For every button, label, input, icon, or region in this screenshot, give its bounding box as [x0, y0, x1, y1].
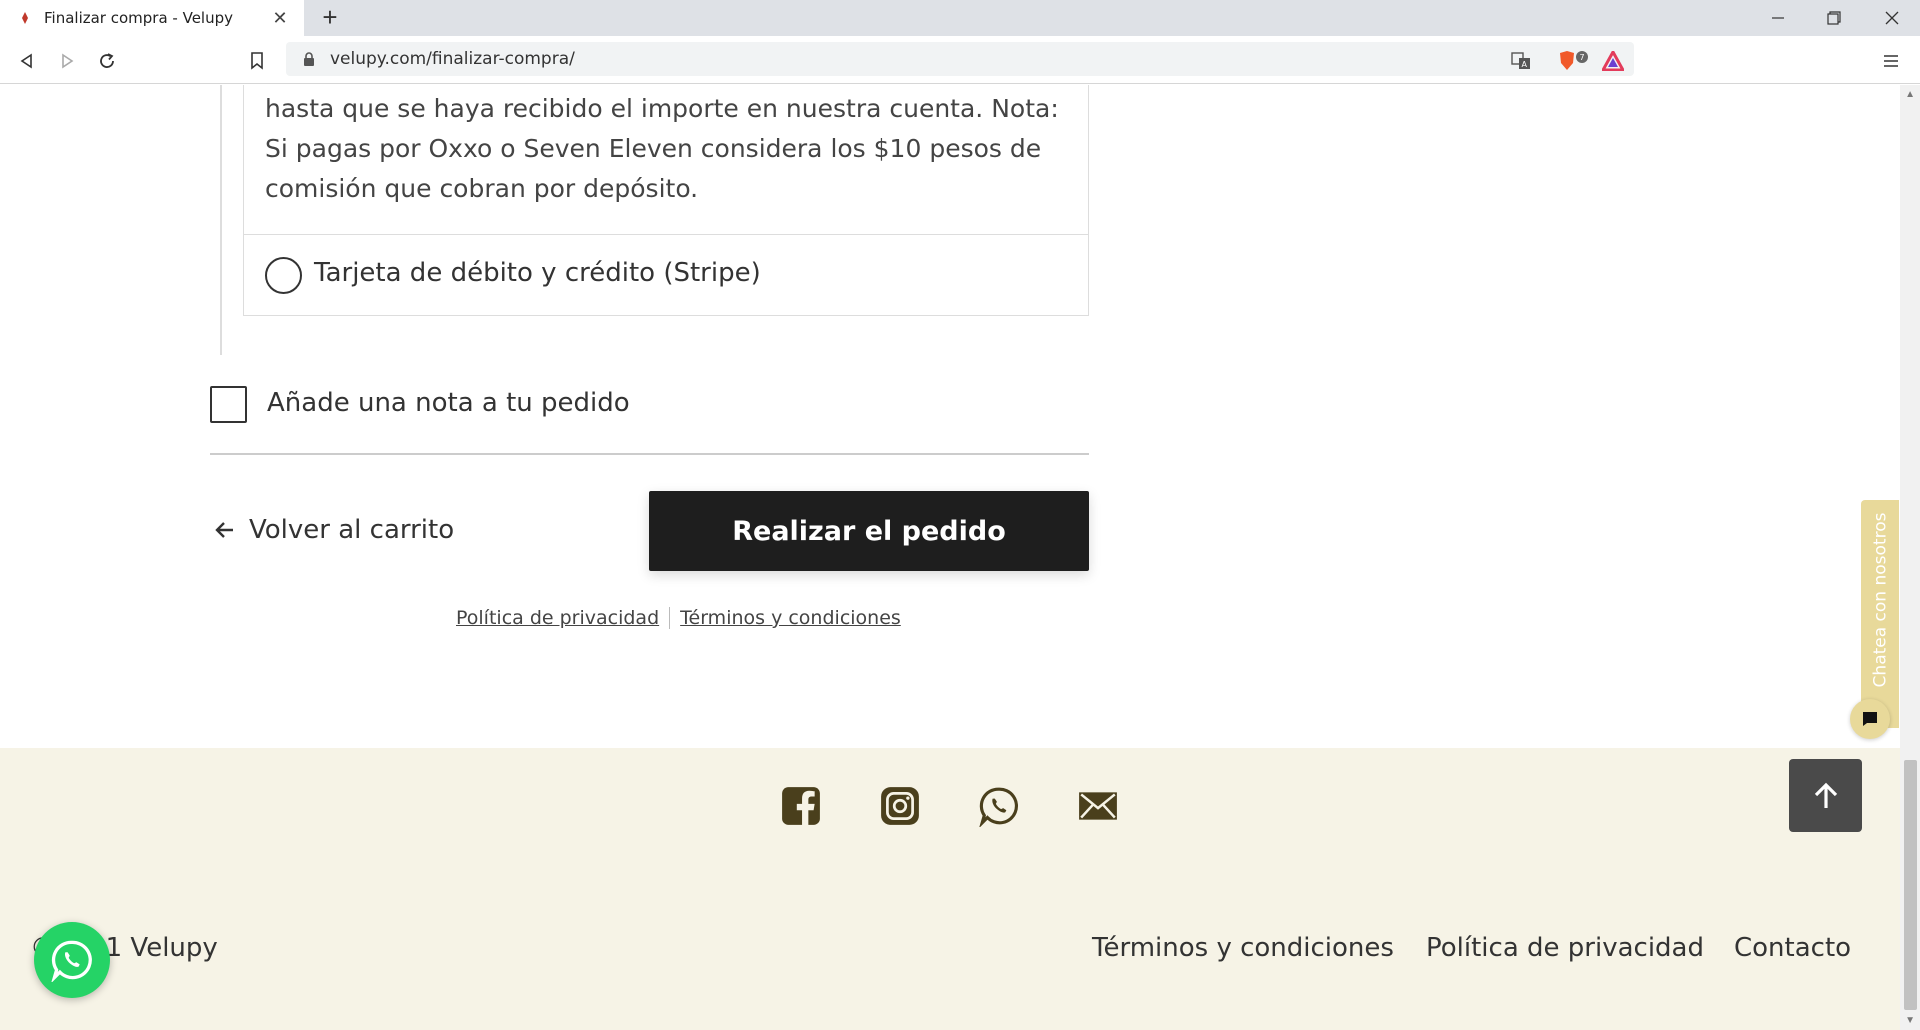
restore-button[interactable] — [1806, 0, 1862, 36]
scrollbar-thumb[interactable] — [1904, 760, 1917, 1010]
back-button[interactable] — [14, 48, 40, 74]
browser-tabbar: Finalizar compra - Velupy ✕ + — [0, 0, 1920, 36]
new-tab-button[interactable]: + — [316, 4, 344, 32]
scroll-down-arrow-icon[interactable]: ▼ — [1905, 1015, 1915, 1026]
back-to-cart-label: Volver al carrito — [249, 515, 455, 545]
svg-text:7: 7 — [1580, 53, 1585, 62]
rewards-triangle-icon — [1602, 51, 1624, 71]
arrow-left-icon — [215, 522, 233, 538]
hamburger-menu-icon — [1884, 55, 1898, 67]
facebook-icon[interactable] — [780, 785, 822, 827]
payment-section-rule — [220, 85, 222, 355]
mail-icon[interactable] — [1077, 785, 1119, 827]
order-note-checkbox[interactable] — [210, 386, 247, 423]
svg-text:A: A — [1522, 60, 1528, 69]
url-text: velupy.com/finalizar-compra/ — [330, 49, 575, 69]
bookmark-button[interactable] — [244, 48, 270, 74]
whatsapp-icon[interactable] — [978, 785, 1020, 827]
section-divider — [210, 453, 1089, 455]
chat-bubble-icon — [1863, 712, 1877, 726]
legal-separator — [669, 607, 671, 629]
forward-triangle-icon — [62, 53, 74, 69]
minimize-button[interactable] — [1750, 0, 1806, 36]
bookmark-icon — [251, 52, 263, 70]
footer-contact-link[interactable]: Contacto — [1734, 933, 1851, 963]
whatsapp-float-button[interactable] — [34, 922, 110, 998]
order-note-label[interactable]: Añade una nota a tu pedido — [267, 388, 630, 418]
brave-shield-icon: 7 — [1560, 51, 1588, 70]
lock-icon — [304, 52, 314, 66]
whatsapp-float-icon — [51, 940, 92, 982]
back-to-cart-link[interactable]: Volver al carrito — [213, 515, 454, 545]
brave-shields-button[interactable]: 7 — [1556, 48, 1592, 74]
chat-tab-label: Chatea con nosotros — [1870, 512, 1890, 688]
velupy-favicon-icon — [22, 12, 28, 24]
restore-icon — [1827, 11, 1841, 25]
legal-links: Política de privacidad Términos y condic… — [456, 607, 901, 629]
brave-rewards-button[interactable] — [1600, 48, 1626, 74]
chat-tab-label-wrap: Chatea con nosotros — [1861, 500, 1899, 700]
terms-link[interactable]: Términos y condiciones — [680, 607, 901, 629]
footer-terms-link[interactable]: Términos y condiciones — [1092, 933, 1394, 963]
forward-button[interactable] — [54, 48, 80, 74]
browser-tab[interactable]: Finalizar compra - Velupy ✕ — [0, 0, 304, 36]
browser-toolbar: velupy.com/finalizar-compra/ A 7 — [0, 36, 1920, 84]
close-icon — [1885, 11, 1899, 25]
place-order-button[interactable]: Realizar el pedido — [649, 491, 1089, 571]
page-viewport: hasta que se haya recibido el importe en… — [0, 85, 1900, 1030]
reload-icon — [100, 53, 114, 68]
instagram-icon[interactable] — [879, 785, 921, 827]
stripe-radio[interactable] — [265, 257, 302, 294]
minimize-icon — [1772, 17, 1784, 19]
page-scrollbar[interactable]: ▲ ▼ — [1900, 85, 1920, 1030]
site-footer — [0, 748, 1900, 1030]
tab-close-icon[interactable]: ✕ — [270, 8, 290, 29]
close-window-button[interactable] — [1864, 0, 1920, 36]
scroll-to-top-button[interactable] — [1789, 759, 1862, 832]
scroll-up-arrow-icon[interactable]: ▲ — [1905, 89, 1915, 100]
reload-button[interactable] — [94, 48, 120, 74]
address-bar[interactable]: velupy.com/finalizar-compra/ — [286, 42, 1634, 76]
tab-title: Finalizar compra - Velupy — [44, 9, 234, 27]
arrow-up-icon — [1814, 782, 1837, 808]
chat-bubble-button[interactable] — [1850, 699, 1890, 739]
payment-description: hasta que se haya recibido el importe en… — [265, 94, 1059, 203]
stripe-option-label[interactable]: Tarjeta de débito y crédito (Stripe) — [314, 258, 761, 288]
translate-icon: A — [1511, 52, 1530, 69]
footer-privacy-link[interactable]: Política de privacidad — [1426, 933, 1704, 963]
back-triangle-icon — [20, 53, 32, 69]
privacy-policy-link[interactable]: Política de privacidad — [456, 607, 659, 629]
translate-button[interactable]: A — [1508, 48, 1534, 74]
payment-divider — [243, 234, 1089, 235]
chat-with-us-tab[interactable]: Chatea con nosotros — [1861, 500, 1899, 728]
menu-button[interactable] — [1878, 48, 1904, 74]
